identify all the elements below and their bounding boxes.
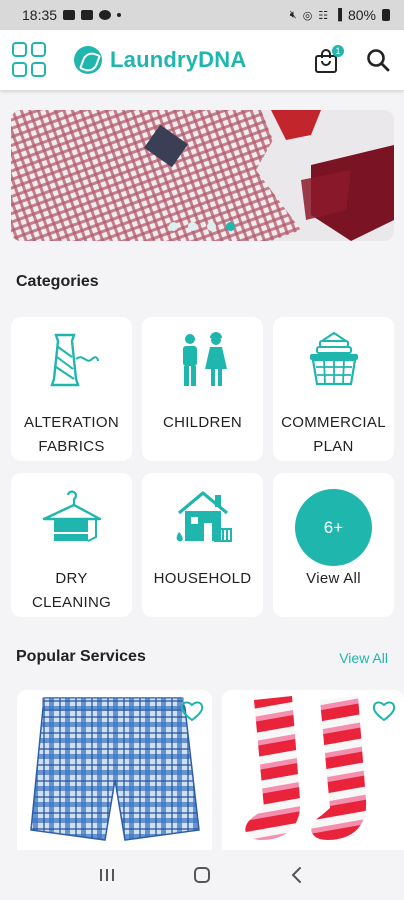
notification-icon <box>63 10 76 20</box>
grid-menu-icon[interactable] <box>12 42 48 78</box>
service-card-boxer-shorts[interactable] <box>17 690 212 850</box>
thread-spool-icon <box>11 329 132 391</box>
home-icon[interactable] <box>187 860 217 890</box>
children-icon <box>142 329 263 391</box>
category-label: View All <box>306 570 361 587</box>
view-all-services-link[interactable]: View All <box>339 650 388 666</box>
categories-title: Categories <box>16 273 99 290</box>
more-notifications-icon <box>117 13 122 17</box>
category-dry-cleaning[interactable]: DRY CLEANING <box>11 473 132 617</box>
category-household[interactable]: HOUSEHOLD <box>142 473 263 617</box>
wifi-icon: ☷ <box>318 9 329 22</box>
hotspot-icon: ◎ <box>302 9 313 22</box>
hanger-icon <box>11 485 132 547</box>
battery-level: 80% <box>347 7 376 23</box>
grid-cell <box>31 62 46 77</box>
category-label: CHILDREN <box>162 414 243 431</box>
heart-outline-icon[interactable] <box>372 700 396 722</box>
recent-apps-icon[interactable] <box>92 860 122 890</box>
service-card-striped-socks[interactable] <box>222 690 404 850</box>
back-icon[interactable] <box>282 860 312 890</box>
carousel-dot[interactable] <box>207 222 216 231</box>
signal-icon: ▐ <box>334 9 342 21</box>
popular-services-title: Popular Services <box>16 648 146 665</box>
app-header: LaundryDNA 1 <box>0 30 404 90</box>
category-commercial-plan[interactable]: COMMERCIAL PLAN <box>273 317 394 461</box>
status-bar: 18:35 🔇︎ ◎ ☷ ▐ 80% <box>0 0 404 30</box>
grid-cell <box>31 42 46 57</box>
shopping-bag-icon[interactable]: 1 <box>313 45 344 75</box>
brand-leaf-logo <box>74 46 102 74</box>
laundry-basket-icon <box>273 329 394 391</box>
message-icon <box>99 10 112 20</box>
category-children[interactable]: CHILDREN <box>142 317 263 461</box>
mute-icon: 🔇︎ <box>289 8 297 21</box>
category-label: ALTERATION FABRICS <box>24 414 119 455</box>
battery-icon <box>382 9 390 21</box>
category-view-all[interactable]: 6+ View All <box>273 473 394 617</box>
brand[interactable]: LaundryDNA <box>74 46 246 74</box>
carousel-dot[interactable] <box>188 222 197 231</box>
house-icon <box>142 485 263 547</box>
search-icon[interactable] <box>365 47 391 73</box>
carousel-dot-active[interactable] <box>226 222 235 231</box>
carousel-dots <box>169 222 235 231</box>
promo-banner[interactable] <box>11 110 394 241</box>
grid-cell <box>12 62 27 77</box>
cart-count-badge: 1 <box>332 45 344 57</box>
heart-outline-icon[interactable] <box>180 700 204 722</box>
category-label: DRY CLEANING <box>31 570 112 611</box>
system-nav-bar <box>0 850 404 900</box>
carousel-dot[interactable] <box>169 222 178 231</box>
more-count-badge: 6+ <box>295 489 372 566</box>
status-right: 🔇︎ ◎ ☷ ▐ 80% <box>290 7 390 23</box>
youtube-icon <box>81 10 94 20</box>
status-left: 18:35 <box>22 7 122 23</box>
grid-cell <box>12 42 27 57</box>
category-label: HOUSEHOLD <box>153 570 252 587</box>
status-time: 18:35 <box>22 7 58 23</box>
app-title: LaundryDNA <box>110 47 247 72</box>
category-label: COMMERCIAL PLAN <box>281 414 386 455</box>
category-alteration-fabrics[interactable]: ALTERATION FABRICS <box>11 317 132 461</box>
